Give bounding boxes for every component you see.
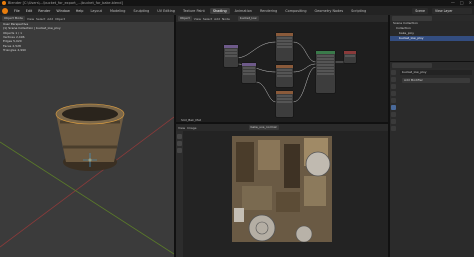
bucket-model bbox=[55, 103, 125, 171]
viewport-header: Object Mode View Select Add Object bbox=[0, 15, 174, 22]
shader-node-editor[interactable]: Object View Select Add Node bucket_low S… bbox=[176, 15, 388, 124]
view-layer-selector[interactable]: View Layer bbox=[432, 8, 472, 14]
menu-file[interactable]: File bbox=[12, 8, 22, 14]
outliner-search-input[interactable] bbox=[392, 15, 432, 21]
node-editor-header: Object View Select Add Node bucket_low bbox=[176, 15, 388, 22]
image-toolbar bbox=[176, 131, 183, 257]
tab-rendering[interactable]: Rendering bbox=[257, 8, 280, 14]
texture-node[interactable] bbox=[224, 45, 238, 67]
node-menu-select[interactable]: Select bbox=[203, 17, 212, 21]
viewport-menu-view[interactable]: View bbox=[27, 17, 34, 21]
node-menu-node[interactable]: Node bbox=[222, 17, 230, 21]
cursor-tool-icon[interactable] bbox=[177, 134, 182, 139]
top-menu-bar: File Edit Render Window Help Layout Mode… bbox=[0, 6, 474, 15]
image-texture-node[interactable] bbox=[276, 91, 293, 117]
object-name-field[interactable]: bucket_low_ploy bbox=[400, 70, 472, 75]
viewport-scene bbox=[0, 103, 174, 255]
material-output-node[interactable] bbox=[344, 51, 356, 63]
node-menu-add[interactable]: Add bbox=[214, 17, 220, 21]
tab-sculpting[interactable]: Sculpting bbox=[130, 8, 152, 14]
node-type-dropdown[interactable]: Object bbox=[178, 16, 192, 21]
outliner: Scene Collection Collection bake_ploy bu… bbox=[390, 15, 474, 61]
material-tab-icon[interactable] bbox=[391, 126, 396, 131]
scene-selector[interactable]: Scene bbox=[412, 8, 428, 14]
menu-edit[interactable]: Edit bbox=[24, 8, 35, 14]
viewport-menu-select[interactable]: Select bbox=[36, 17, 45, 21]
window-title: Blender [C:\Users\...\bucket_for_export_… bbox=[8, 1, 123, 5]
image-editor[interactable]: View Image bake_uvs_normal bbox=[176, 124, 388, 257]
properties-editor: bucket_low_ploy Add Modifier bbox=[390, 62, 474, 257]
baked-texture-image bbox=[232, 136, 332, 242]
physics-tab-icon[interactable] bbox=[391, 112, 396, 117]
modifier-tab-icon[interactable] bbox=[391, 105, 396, 110]
tab-layout[interactable]: Layout bbox=[87, 8, 105, 14]
tab-shading[interactable]: Shading bbox=[209, 7, 230, 14]
texture-node[interactable] bbox=[242, 63, 256, 83]
tab-animation[interactable]: Animation bbox=[232, 8, 255, 14]
blender-menu-icon[interactable] bbox=[2, 7, 8, 14]
add-modifier-button[interactable]: Add Modifier bbox=[402, 78, 470, 83]
outliner-item-bucket-low-ploy[interactable]: bucket_low_ploy bbox=[390, 36, 474, 41]
view-layer-tab-icon[interactable] bbox=[391, 91, 396, 96]
tab-geometry-nodes[interactable]: Geometry Nodes bbox=[312, 8, 347, 14]
tab-modeling[interactable]: Modeling bbox=[107, 8, 128, 14]
menu-render[interactable]: Render bbox=[36, 8, 52, 14]
3d-viewport[interactable]: Object Mode View Select Add Object User … bbox=[0, 15, 174, 257]
image-menu-view[interactable]: View bbox=[178, 126, 185, 130]
output-tab-icon[interactable] bbox=[391, 84, 396, 89]
node-menu-view[interactable]: View bbox=[194, 17, 201, 21]
tab-texture-paint[interactable]: Texture Paint bbox=[180, 8, 208, 14]
image-editor-header: View Image bake_uvs_normal bbox=[176, 124, 388, 131]
image-selector[interactable]: bake_uvs_normal bbox=[248, 125, 279, 130]
menu-window[interactable]: Window bbox=[54, 8, 71, 14]
object-tab-icon[interactable] bbox=[391, 119, 396, 124]
material-selector[interactable]: bucket_low bbox=[237, 16, 259, 21]
object-mode-dropdown[interactable]: Object Mode bbox=[2, 16, 25, 21]
viewport-menu-add[interactable]: Add bbox=[47, 17, 53, 21]
viewport-menu-object[interactable]: Object bbox=[55, 17, 65, 21]
properties-header bbox=[390, 62, 474, 68]
image-menu-image[interactable]: Image bbox=[187, 126, 196, 130]
properties-search-input[interactable] bbox=[392, 62, 432, 68]
tool-tab-icon[interactable] bbox=[391, 70, 396, 75]
tab-compositing[interactable]: Compositing bbox=[282, 8, 309, 14]
grab-tool-icon[interactable] bbox=[177, 141, 182, 146]
image-texture-node[interactable] bbox=[276, 65, 293, 87]
blender-logo-icon bbox=[2, 1, 6, 5]
tab-uv-editing[interactable]: UV Editing bbox=[154, 8, 178, 14]
render-tab-icon[interactable] bbox=[391, 77, 396, 82]
principled-bsdf-node[interactable] bbox=[316, 51, 335, 93]
scene-tab-icon[interactable] bbox=[391, 98, 396, 103]
zoom-tool-icon[interactable] bbox=[177, 148, 182, 153]
menu-help[interactable]: Help bbox=[74, 8, 86, 14]
tab-scripting[interactable]: Scripting bbox=[348, 8, 369, 14]
image-texture-node[interactable] bbox=[276, 33, 293, 61]
